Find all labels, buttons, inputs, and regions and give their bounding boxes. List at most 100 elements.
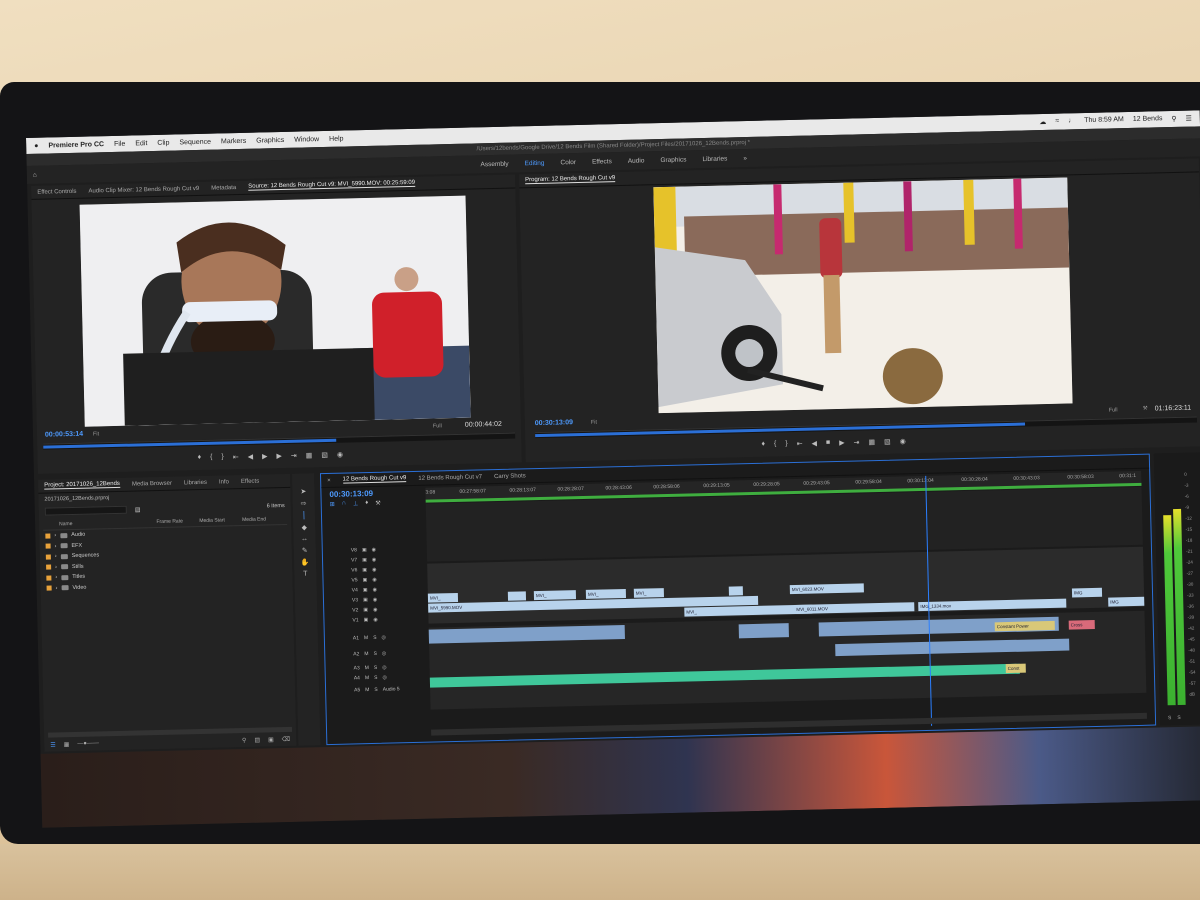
disclosure-arrow-icon[interactable]: › [55, 543, 57, 549]
video-clip[interactable]: MVI_ [427, 592, 459, 603]
mic-icon[interactable]: ◎ [382, 651, 387, 657]
menu-clip[interactable]: Clip [157, 139, 169, 146]
tab-media-browser[interactable]: Media Browser [132, 480, 172, 487]
workspace-audio[interactable]: Audio [628, 157, 645, 164]
eye-icon[interactable]: ◉ [373, 607, 378, 613]
solo-icon[interactable]: S [373, 651, 376, 657]
clock[interactable]: Thu 8:59 AM [1084, 116, 1124, 125]
track-header-a1[interactable]: A1 M S ◎ [325, 632, 429, 644]
mute-icon[interactable]: M [365, 687, 369, 693]
tab-sequence-v7[interactable]: 12 Bends Rough Cut v7 [418, 474, 482, 481]
workspace-effects[interactable]: Effects [592, 158, 612, 165]
lock-icon[interactable]: ▣ [362, 547, 367, 553]
audio-transition[interactable]: Cross [1068, 619, 1095, 630]
source-fit-dropdown[interactable]: Fit [93, 431, 99, 437]
search-icon[interactable]: ⚲ [1171, 115, 1176, 123]
lock-icon[interactable]: ▣ [363, 607, 368, 613]
trash-icon[interactable]: ⌫ [282, 736, 291, 743]
workspace-libraries[interactable]: Libraries [702, 155, 727, 163]
tab-metadata[interactable]: Metadata [211, 185, 236, 192]
tab-program[interactable]: Program: 12 Bends Rough Cut v9 [525, 175, 616, 185]
timeline-timecode[interactable]: 00:30:13:09 [329, 489, 373, 499]
eye-icon[interactable]: ◉ [373, 597, 378, 603]
menu-graphics[interactable]: Graphics [256, 136, 284, 144]
close-icon[interactable]: × [327, 477, 331, 483]
menu-file[interactable]: File [114, 140, 125, 147]
icon-view-icon[interactable]: ▦ [64, 741, 70, 748]
video-clip[interactable]: MVI_ [633, 588, 664, 598]
mute-icon[interactable]: M [365, 675, 369, 681]
video-clip[interactable]: MVI_ [585, 588, 627, 599]
add-marker-icon[interactable]: ♦ [365, 500, 368, 507]
video-clip[interactable] [728, 586, 743, 596]
cloud-icon[interactable]: ☁ [1039, 118, 1046, 126]
mute-icon[interactable]: M [364, 635, 368, 641]
tab-project[interactable]: Project: 20171026_12Bends [44, 480, 121, 490]
step-back-icon[interactable]: ◀ [811, 439, 817, 447]
lock-icon[interactable]: ▣ [362, 567, 367, 573]
step-forward-icon[interactable]: ▶ [276, 452, 282, 460]
timeline-settings-icon[interactable]: ⚒ [375, 500, 381, 507]
list-view-icon[interactable]: ☰ [50, 741, 56, 748]
add-marker-icon[interactable]: ♦ [761, 441, 765, 449]
audio-transition[interactable]: Const [1005, 663, 1026, 674]
workspace-color[interactable]: Color [560, 159, 576, 166]
col-media-start[interactable]: Media Start [199, 517, 242, 524]
slip-tool-icon[interactable]: ↔ [301, 535, 308, 542]
source-video-frame[interactable] [79, 195, 471, 427]
tab-carry-shots[interactable]: Carry Shots [494, 473, 526, 480]
audio-transition[interactable]: Constant Power [994, 620, 1055, 632]
tab-source[interactable]: Source: 12 Bends Rough Cut v9: MVI_5990.… [248, 179, 416, 191]
tab-audio-clip-mixer[interactable]: Audio Clip Mixer: 12 Bends Rough Cut v9 [88, 185, 199, 194]
mark-in-icon[interactable]: { [210, 454, 213, 462]
solo-icon[interactable]: S [374, 665, 377, 671]
overwrite-icon[interactable]: ▧ [321, 451, 328, 459]
tab-sequence-v9[interactable]: 12 Bends Rough Cut v9 [342, 475, 407, 484]
mute-icon[interactable]: M [365, 665, 369, 671]
mic-icon[interactable]: ◎ [382, 675, 387, 681]
tab-libraries[interactable]: Libraries [184, 479, 207, 486]
source-scrub-bar[interactable] [43, 432, 516, 450]
solo-right-button[interactable]: S [1177, 715, 1180, 721]
solo-icon[interactable]: S [374, 675, 377, 681]
disclosure-arrow-icon[interactable]: › [56, 585, 58, 591]
program-timecode[interactable]: 00:30:13:09 [535, 419, 573, 427]
export-frame-icon[interactable]: ◉ [337, 451, 343, 459]
mark-in-icon[interactable]: { [774, 440, 777, 448]
solo-icon[interactable]: S [373, 635, 376, 641]
lock-icon[interactable]: ▣ [363, 577, 368, 583]
program-scrub-bar[interactable] [535, 416, 1198, 439]
lock-icon[interactable]: ▣ [363, 587, 368, 593]
apple-icon[interactable]: ● [34, 142, 38, 149]
step-forward-icon[interactable]: ▶ [839, 439, 845, 447]
workspace-editing[interactable]: Editing [525, 159, 545, 166]
lock-icon[interactable]: ▣ [362, 557, 367, 563]
wifi-icon[interactable]: ≈ [1055, 118, 1059, 126]
play-icon[interactable]: ▶ [262, 452, 268, 460]
add-marker-icon[interactable]: ♦ [197, 454, 201, 462]
menu-markers[interactable]: Markers [221, 137, 246, 145]
program-settings-icon[interactable]: ⚒ [1143, 406, 1148, 412]
eye-icon[interactable]: ◉ [373, 617, 378, 623]
lift-icon[interactable]: ▦ [868, 438, 875, 446]
workspace-graphics[interactable]: Graphics [660, 156, 686, 164]
tab-effect-controls[interactable]: Effect Controls [37, 188, 76, 195]
track-header-a2[interactable]: A2 M S ◎ [325, 648, 429, 660]
source-full-dropdown[interactable]: Full [433, 423, 442, 429]
new-item-icon[interactable]: ▣ [268, 736, 274, 743]
program-full-dropdown[interactable]: Full [1109, 407, 1118, 413]
new-bin-icon[interactable]: ▤ [135, 506, 141, 513]
pen-tool-icon[interactable]: ✎ [302, 546, 308, 554]
mute-icon[interactable]: M [364, 651, 368, 657]
col-name[interactable]: Name [49, 519, 156, 528]
workspace-assembly[interactable]: Assembly [480, 160, 508, 168]
volume-icon[interactable]: ♩ [1068, 117, 1075, 125]
notifications-icon[interactable]: ☰ [1185, 115, 1192, 123]
disclosure-arrow-icon[interactable]: › [55, 564, 57, 570]
eye-icon[interactable]: ◉ [372, 547, 377, 553]
video-clip[interactable]: IMG [1108, 596, 1145, 607]
video-clip[interactable] [507, 591, 527, 601]
app-menu[interactable]: Premiere Pro CC [48, 141, 104, 149]
menu-help[interactable]: Help [329, 135, 344, 142]
linked-selection-icon[interactable]: ⊥ [353, 500, 358, 507]
